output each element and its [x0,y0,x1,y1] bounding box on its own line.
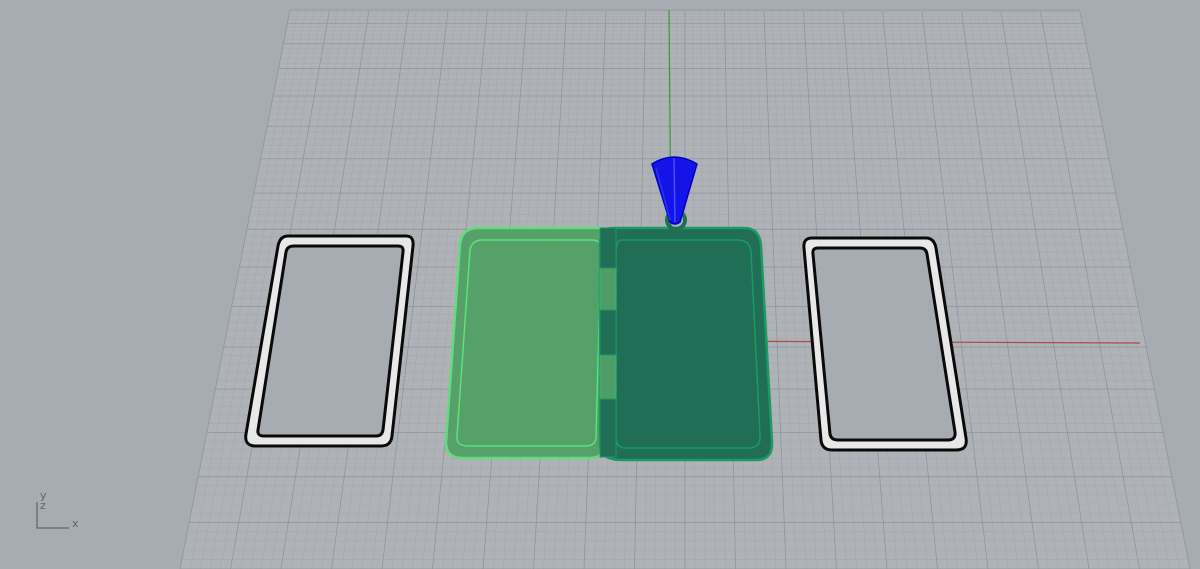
axis-label-x: x [72,517,79,530]
axis-label-z: z [40,499,46,512]
open-lid-object[interactable] [444,226,612,460]
3d-viewport[interactable] [0,0,1200,569]
case-body-object[interactable] [598,226,774,462]
